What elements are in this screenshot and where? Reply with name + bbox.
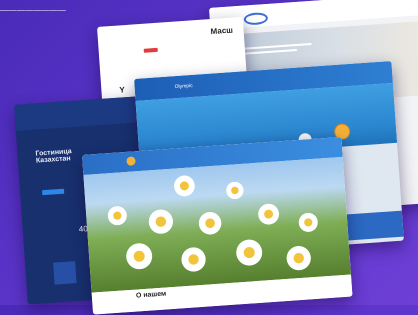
site-logo: Масш: [210, 25, 234, 37]
sun-logo-icon: [126, 156, 136, 166]
daisy-icon: [283, 243, 314, 274]
daisy-icon: [255, 201, 282, 227]
site-logo-icon: [243, 11, 269, 26]
daisy-icon: [233, 236, 266, 269]
daisy-icon: [105, 203, 130, 228]
section-heading: Y: [119, 85, 126, 95]
daisy-icon: [178, 244, 209, 275]
daisy-icon: [224, 179, 246, 202]
nav-button[interactable]: [143, 47, 158, 53]
cta-button[interactable]: [42, 188, 65, 196]
site-brand: Olympic: [174, 82, 193, 91]
site-header: [14, 95, 151, 131]
feature-box: [53, 261, 77, 285]
daisy-icon: [196, 209, 224, 238]
daisy-icon: [123, 240, 156, 273]
website-preview-daisy: О нашем: [82, 136, 353, 315]
page-heading-fragment: ________: [0, 0, 67, 12]
info-block: [343, 210, 404, 241]
daisy-icon: [145, 206, 176, 237]
daisy-icon: [296, 210, 320, 235]
daisy-photo: [83, 156, 351, 293]
daisy-icon: [171, 173, 198, 199]
